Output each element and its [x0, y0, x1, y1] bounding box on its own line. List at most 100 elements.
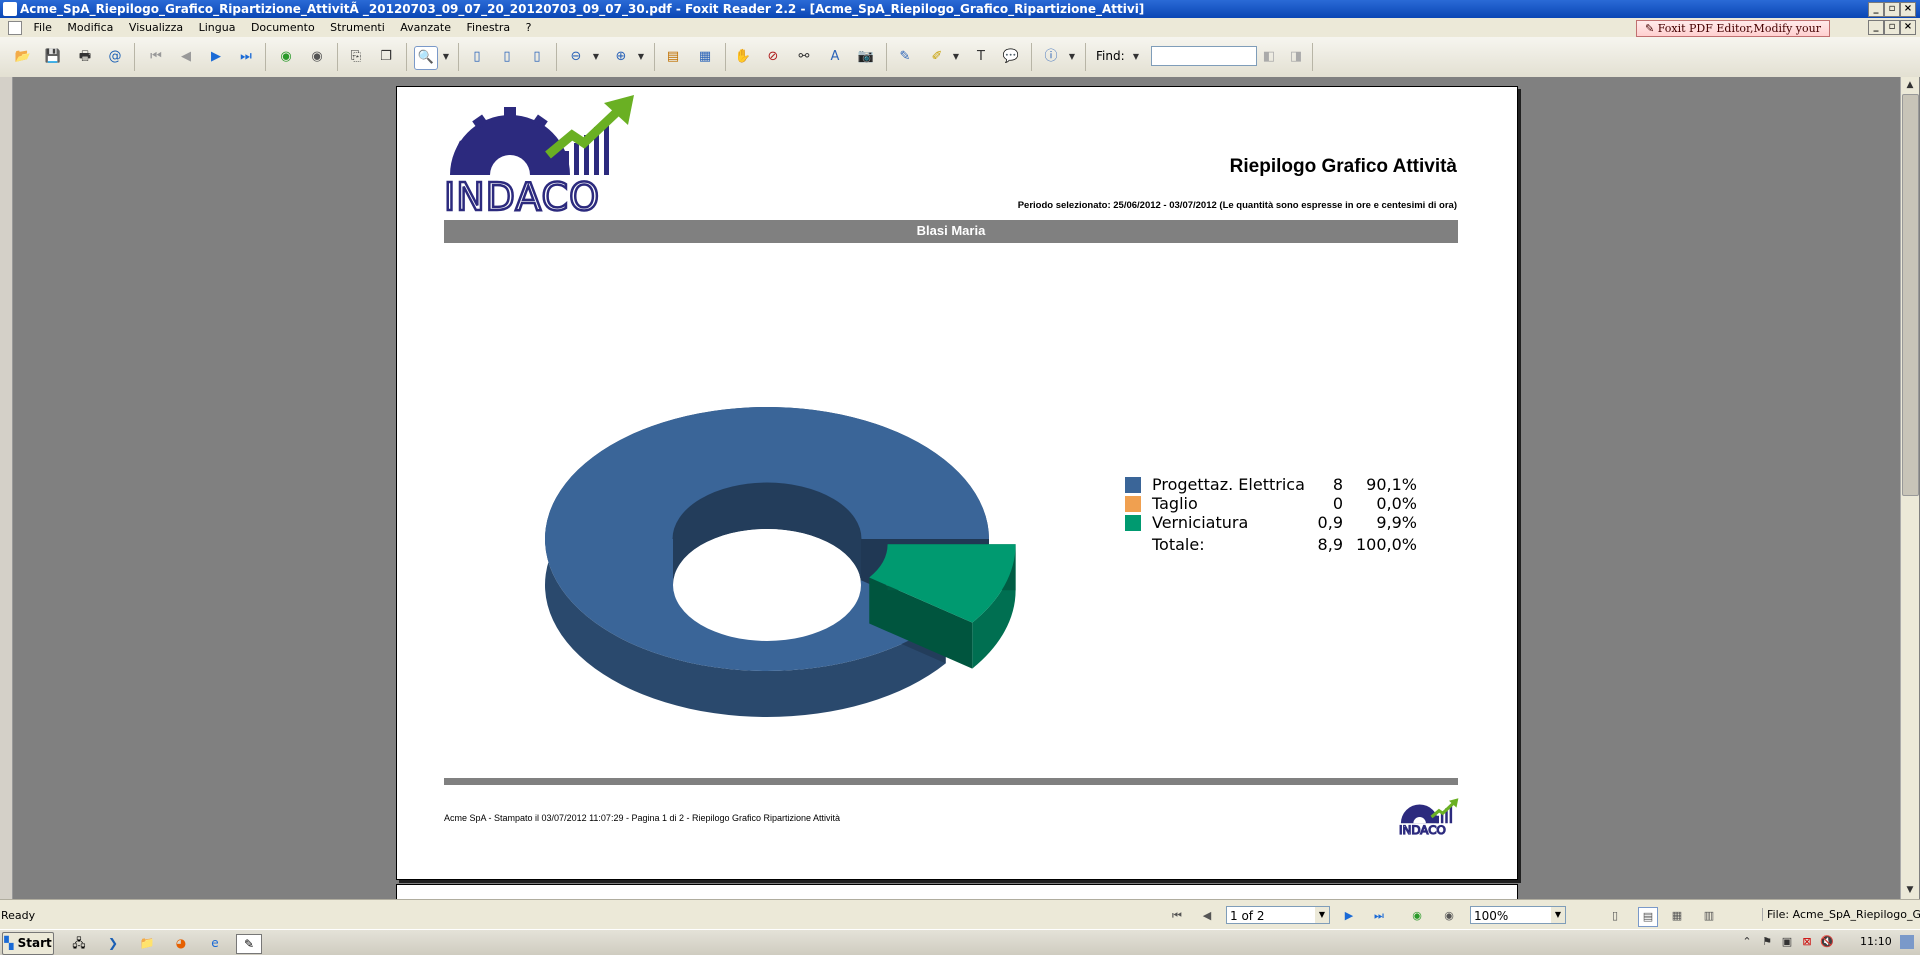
legend-value: 0 — [1332, 494, 1343, 513]
typewriter-icon[interactable]: A — [824, 46, 846, 68]
toolbar-separator — [337, 43, 338, 71]
zoom-in-dropdown-icon[interactable]: ▼ — [635, 46, 647, 68]
show-hidden-icons[interactable]: ⌃ — [1740, 935, 1754, 949]
menu-help[interactable]: ? — [520, 18, 538, 37]
fit-width-icon[interactable]: ▯ — [526, 46, 548, 68]
save-icon[interactable]: 💾 — [42, 46, 64, 68]
go-forward-icon[interactable]: ◉ — [1440, 907, 1458, 925]
go-forward-icon[interactable]: ◉ — [306, 46, 328, 68]
facing-pages-icon[interactable]: ▦ — [1668, 907, 1686, 925]
menu-file[interactable]: File — [28, 18, 58, 37]
go-back-icon[interactable]: ◉ — [1408, 907, 1426, 925]
internet-explorer-icon[interactable]: e — [206, 934, 224, 952]
scrollbar-thumb[interactable] — [1902, 94, 1919, 496]
zoom-in-icon[interactable]: ⊕ — [610, 46, 632, 68]
page-dropdown-icon[interactable]: ▼ — [1315, 907, 1329, 923]
first-page-icon[interactable]: ⏮ — [145, 46, 167, 68]
menu-bar: File Modifica Visualizza Lingua Document… — [0, 18, 1920, 50]
side-panel-handle[interactable] — [0, 77, 13, 899]
last-page-icon[interactable]: ⏭ — [235, 46, 257, 68]
toolbar: 📂 💾 🖶 @ ⏮ ◀ ▶ ⏭ ◉ ◉ ⎘ ❐ 🔍 ▼ ▯ ▯ ▯ ⊖ ▼ ⊕ … — [0, 37, 1920, 78]
legend-value: 8 — [1332, 475, 1343, 494]
draw-icon[interactable]: ✎ — [894, 46, 916, 68]
explorer-icon[interactable]: 📁 — [138, 934, 156, 952]
zoom-out-icon[interactable]: ⊖ — [565, 46, 587, 68]
copy-icon[interactable]: ❐ — [375, 46, 397, 68]
select-text-icon[interactable]: ⎘ — [345, 46, 367, 68]
donut-hole — [673, 529, 861, 641]
vertical-scrollbar[interactable]: ▲ ▼ — [1900, 77, 1919, 899]
promo-editor-button[interactable]: ✎ Foxit PDF Editor,Modify your PDF! — [1636, 20, 1830, 50]
zoom-field[interactable]: 100% ▼ — [1470, 906, 1566, 924]
find-previous-icon[interactable]: ◧ — [1258, 46, 1280, 68]
text-select-icon[interactable]: ⊘ — [762, 46, 784, 68]
email-icon[interactable]: @ — [104, 46, 126, 68]
previous-page-icon[interactable]: ◀ — [175, 46, 197, 68]
info-dropdown-icon[interactable]: ▼ — [1066, 46, 1078, 68]
previous-page-icon[interactable]: ◀ — [1198, 907, 1216, 925]
zoom-dropdown-icon[interactable]: ▼ — [440, 46, 452, 68]
device-icon[interactable]: ▣ — [1780, 935, 1794, 949]
title-bar: Acme_SpA_Riepilogo_Grafico_Ripartizione_… — [0, 0, 1920, 18]
hand-tool-icon[interactable]: ✋ — [732, 46, 754, 68]
scroll-up-icon[interactable]: ▲ — [1901, 77, 1919, 93]
start-button[interactable]: ▚ Start — [2, 932, 54, 955]
doc-minimize-button[interactable]: _ — [1868, 20, 1884, 35]
go-back-icon[interactable]: ◉ — [275, 46, 297, 68]
find-input[interactable] — [1151, 46, 1257, 66]
zoom-out-dropdown-icon[interactable]: ▼ — [590, 46, 602, 68]
continuous-facing-icon[interactable]: ▥ — [1700, 907, 1718, 925]
legend-swatch — [1125, 515, 1141, 531]
last-page-icon[interactable]: ⏭ — [1370, 907, 1388, 925]
toolbar-separator — [1031, 43, 1032, 71]
gear-icon — [450, 107, 570, 175]
minimize-button[interactable]: _ — [1868, 2, 1884, 17]
maximize-button[interactable]: ▫ — [1884, 2, 1900, 17]
zoom-tool-icon[interactable]: 🔍 — [414, 46, 438, 70]
note-icon[interactable]: 💬 — [1000, 46, 1022, 68]
fit-page-icon[interactable]: ▯ — [496, 46, 518, 68]
menu-avanzate[interactable]: Avanzate — [394, 18, 457, 37]
network-icon[interactable]: ⊠ — [1800, 935, 1814, 949]
document-icon[interactable] — [8, 21, 22, 35]
bookmarks-icon[interactable]: ▤ — [662, 46, 684, 68]
find-binoculars-icon[interactable]: ⚯ — [793, 46, 815, 68]
doc-restore-button[interactable]: ▫ — [1884, 20, 1900, 35]
text-tool-icon[interactable]: T — [970, 46, 992, 68]
find-next-icon[interactable]: ◨ — [1285, 46, 1307, 68]
legend-percent: 0,0% — [1376, 494, 1417, 513]
highlight-dropdown-icon[interactable]: ▼ — [950, 46, 962, 68]
next-page-icon[interactable]: ▶ — [205, 46, 227, 68]
legend-percent: 90,1% — [1366, 475, 1417, 494]
zoom-dropdown-icon[interactable]: ▼ — [1551, 907, 1565, 923]
thumbnails-icon[interactable]: ▦ — [694, 46, 716, 68]
find-options-dropdown-icon[interactable]: ▼ — [1130, 46, 1142, 68]
menu-finestra[interactable]: Finestra — [461, 18, 517, 37]
info-icon[interactable]: ⓘ — [1040, 46, 1062, 68]
server-manager-icon[interactable]: 🖧 — [70, 934, 88, 952]
foxit-taskbar-button[interactable]: ✎ — [236, 934, 262, 954]
print-icon[interactable]: 🖶 — [74, 46, 96, 68]
firefox-icon[interactable]: ◕ — [172, 934, 190, 952]
actual-size-icon[interactable]: ▯ — [466, 46, 488, 68]
highlight-icon[interactable]: ✐ — [926, 46, 948, 68]
show-desktop-button[interactable] — [1900, 935, 1914, 949]
page-number-field[interactable]: 1 of 2 ▼ — [1226, 906, 1330, 924]
scroll-down-icon[interactable]: ▼ — [1901, 882, 1919, 898]
snapshot-icon[interactable]: 📷 — [855, 46, 877, 68]
menu-documento[interactable]: Documento — [245, 18, 321, 37]
menu-lingua[interactable]: Lingua — [193, 18, 242, 37]
menu-strumenti[interactable]: Strumenti — [324, 18, 391, 37]
doc-close-button[interactable]: × — [1900, 20, 1916, 35]
first-page-icon[interactable]: ⏮ — [1168, 907, 1186, 925]
menu-modifica[interactable]: Modifica — [61, 18, 119, 37]
menu-visualizza[interactable]: Visualizza — [123, 18, 189, 37]
flag-icon[interactable]: ⚑ — [1760, 935, 1774, 949]
next-page-icon[interactable]: ▶ — [1340, 907, 1358, 925]
open-icon[interactable]: 📂 — [12, 46, 34, 68]
single-page-icon[interactable]: ▯ — [1606, 907, 1624, 925]
continuous-page-icon[interactable]: ▤ — [1638, 907, 1658, 927]
close-button[interactable]: × — [1900, 2, 1916, 17]
powershell-icon[interactable]: ❯ — [104, 934, 122, 952]
volume-icon[interactable]: 🔇 — [1820, 935, 1834, 949]
